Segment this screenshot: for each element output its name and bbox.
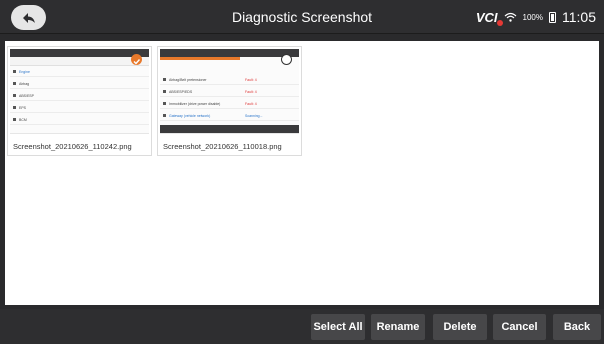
- list-item: ABS/ESP: [10, 91, 149, 101]
- list-item: ABS/ESP/EDS Fault: 4: [160, 87, 299, 97]
- back-button[interactable]: Back: [553, 314, 601, 340]
- list-item: BCM: [10, 115, 149, 125]
- wifi-icon: [504, 12, 516, 22]
- screenshot-filename: Screenshot_20210626_110018.png: [163, 142, 282, 151]
- clock: 11:05: [562, 9, 596, 25]
- status-area: VCI 100% 11:05: [476, 9, 596, 26]
- vci-status-icon: VCI: [476, 10, 503, 26]
- screenshot-grid: Engine Airbag ABS/ESP EPS BCM Screenshot…: [5, 41, 599, 305]
- screenshot-filename: Screenshot_20210626_110242.png: [13, 142, 132, 151]
- bottom-toolbar: Select All Rename Delete Cancel Back: [0, 309, 604, 344]
- screenshot-preview: Engine Airbag ABS/ESP EPS BCM: [10, 49, 149, 134]
- screenshot-thumbnail[interactable]: Airbag/Belt pretensioner Fault: 4 ABS/ESP…: [157, 46, 302, 156]
- battery-icon: [549, 11, 556, 23]
- rename-button[interactable]: Rename: [371, 314, 425, 340]
- list-item: EPS: [10, 103, 149, 113]
- top-bar: Diagnostic Screenshot VCI 100% 11:05: [0, 0, 604, 34]
- cancel-button[interactable]: Cancel: [493, 314, 546, 340]
- delete-button[interactable]: Delete: [433, 314, 487, 340]
- screenshot-thumbnail[interactable]: Engine Airbag ABS/ESP EPS BCM Screenshot…: [7, 46, 152, 156]
- list-item: Airbag/Belt pretensioner Fault: 4: [160, 75, 299, 85]
- list-item: Airbag: [10, 79, 149, 89]
- selection-circle-icon: [281, 54, 292, 65]
- progress-bar: [160, 57, 240, 60]
- screenshot-preview: Airbag/Belt pretensioner Fault: 4 ABS/ESP…: [160, 49, 299, 134]
- list-item: Immobilizer (drive power disable) Fault: …: [160, 99, 299, 109]
- list-item: Engine: [10, 67, 149, 77]
- list-item: Gateway (vehicle network) Scanning...: [160, 111, 299, 121]
- check-badge-icon: [131, 54, 142, 65]
- battery-percent: 100%: [522, 12, 543, 22]
- select-all-button[interactable]: Select All: [311, 314, 365, 340]
